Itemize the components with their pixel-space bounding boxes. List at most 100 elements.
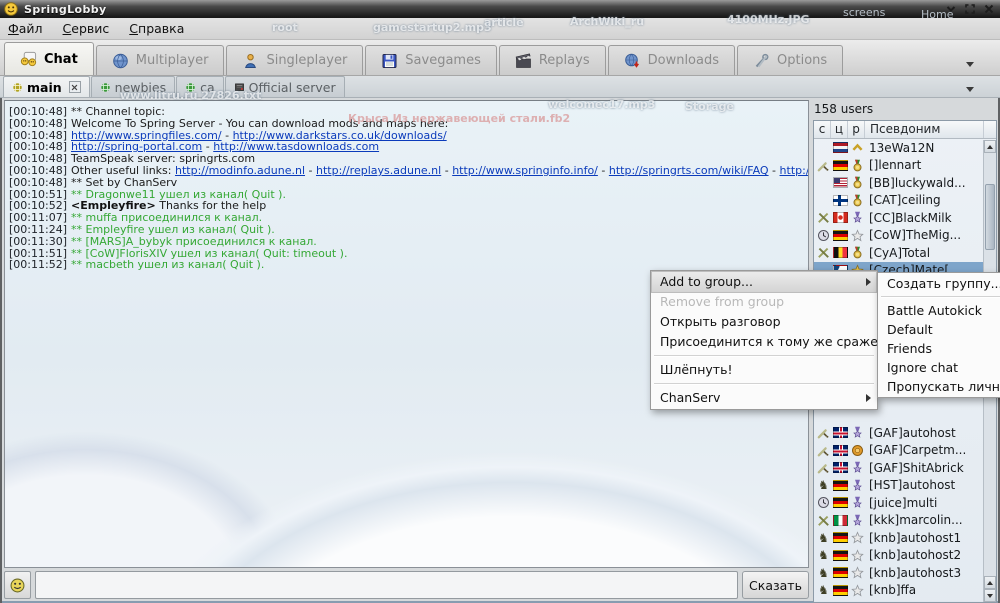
flag-de-icon [833, 567, 848, 578]
column-header-status[interactable]: с [814, 121, 831, 138]
chat-tab-overflow-arrow-icon[interactable] [966, 87, 974, 92]
flag-de-icon [833, 497, 848, 508]
submenu-arrow-icon [866, 394, 871, 402]
chat-tab-label: newbies [115, 80, 166, 95]
user-list-item[interactable]: [CyA]Total [814, 244, 996, 262]
app-smiley-icon [4, 2, 18, 16]
user-list-item[interactable]: [BB]luckywald... [814, 174, 996, 192]
knight-icon: ♞ [818, 566, 829, 580]
globe-download-icon [624, 53, 641, 69]
user-list-item[interactable]: ♞[HST]autohost [814, 477, 996, 495]
springlobby-window: SpringLobby Файл Сервис Справка ChatMultip… [0, 0, 1000, 603]
chat-tab-label: main [27, 80, 62, 95]
user-list-header[interactable]: с ц р Псевдоним [814, 121, 996, 139]
user-list-item[interactable]: [juice]multi [814, 494, 996, 512]
user-nickname: []lennart [866, 158, 921, 172]
tab-options[interactable]: Options [737, 45, 843, 75]
menu-item[interactable]: Открыть разговор [652, 312, 876, 332]
menu-item[interactable]: Ignore chat [879, 358, 1000, 377]
menu-item[interactable]: Пропускать личное [879, 377, 1000, 396]
tab-multiplayer[interactable]: Multiplayer [96, 45, 225, 75]
tab-downloads[interactable]: Downloads [608, 45, 735, 75]
chat-link[interactable]: http://replays.adune.nl [316, 164, 441, 177]
chat-tab-official-server[interactable]: Official server [225, 76, 345, 97]
menubar-item-0[interactable]: Файл [8, 21, 43, 36]
user-list-item[interactable]: 13eWa12N [814, 139, 996, 157]
tools-icon [753, 53, 770, 69]
flag-de-icon [833, 230, 848, 241]
user-list-item[interactable]: [GAF]autohost [814, 424, 996, 442]
user-list-item[interactable]: [GAF]ShitAbrick [814, 459, 996, 477]
submenu-arrow-icon [866, 278, 871, 286]
user-list-item[interactable]: ♞[knb]autohost1 [814, 529, 996, 547]
menu-item[interactable]: ChanServ [652, 388, 876, 408]
menu-item[interactable]: Friends [879, 339, 1000, 358]
user-nickname: 13eWa12N [866, 141, 934, 155]
column-header-rank[interactable]: р [848, 121, 865, 138]
window-title: SpringLobby [24, 3, 107, 16]
emoticon-button[interactable] [4, 571, 31, 599]
tab-chat[interactable]: Chat [4, 42, 94, 75]
tab-label: Replays [539, 53, 590, 68]
user-list-item[interactable]: [GAF]Carpetm... [814, 442, 996, 460]
tab-replays[interactable]: Replays [499, 45, 606, 75]
column-header-nickname[interactable]: Псевдоним [865, 121, 984, 138]
flag-de-icon [833, 480, 848, 491]
close-tab-button[interactable] [69, 81, 81, 93]
chat-link[interactable]: http://springinfo.info/guides/ [780, 164, 809, 177]
menu-item[interactable]: Battle Autokick [879, 301, 1000, 320]
globe-icon [112, 53, 129, 69]
close-button[interactable] [981, 2, 996, 16]
chat-tab-ca[interactable]: ca [176, 76, 224, 97]
menu-item[interactable]: Remove from group [652, 292, 876, 312]
chat-text: - [769, 164, 780, 177]
menu-item[interactable]: Default [879, 320, 1000, 339]
menu-item-label: Remove from group [660, 294, 784, 309]
user-list-item[interactable]: []lennart [814, 157, 996, 175]
minimize-button[interactable] [943, 2, 958, 16]
chat-link[interactable]: http://www.springinfo.info/ [452, 164, 598, 177]
scroll-up-button-bottom[interactable] [984, 576, 996, 589]
menu-item[interactable]: Создать группу... [879, 274, 1000, 293]
tab-singleplayer[interactable]: Singleplayer [226, 45, 363, 75]
scroll-down-button[interactable] [984, 589, 996, 602]
chat-tab-newbies[interactable]: newbies [91, 76, 175, 97]
swords-icon [817, 246, 830, 259]
scroll-thumb[interactable] [985, 184, 995, 250]
menu-bar: Файл Сервис Справка [0, 18, 1000, 40]
chat-link[interactable]: http://modinfo.adune.nl [175, 164, 305, 177]
menubar-item-1[interactable]: Сервис [63, 21, 110, 36]
menu-separator [881, 296, 1000, 298]
user-list-item[interactable]: ♞[knb]ffa [814, 582, 996, 600]
chat-tab-main[interactable]: main [3, 76, 90, 97]
title-bar[interactable]: SpringLobby [0, 0, 1000, 18]
user-list-item[interactable]: ♞[knb]autohost2 [814, 547, 996, 565]
maximize-button[interactable] [962, 2, 977, 16]
sword-icon [817, 159, 830, 172]
menu-item[interactable]: Присоединится к тому же сражению [652, 332, 876, 352]
menu-item[interactable]: Шлёпнуть! [652, 360, 876, 380]
menu-item[interactable]: Add to group... [652, 272, 876, 292]
chat-message-input[interactable] [35, 571, 738, 599]
timestamp: [00:10:48] [9, 117, 67, 130]
flag-de-icon [833, 585, 848, 596]
menu-item-label: Создать группу... [887, 276, 1000, 291]
flag-de-icon [833, 532, 848, 543]
menubar-item-2[interactable]: Справка [129, 21, 184, 36]
user-list-item[interactable]: [CAT]ceiling [814, 192, 996, 210]
user-list-item[interactable]: [CoW]TheMig... [814, 227, 996, 245]
flag-nl-icon [833, 142, 848, 153]
user-list-item[interactable]: ♞[knb]autohost3 [814, 564, 996, 582]
user-nickname: [CoW]TheMig... [866, 228, 961, 242]
main-tab-bar: ChatMultiplayerSingleplayerSavegames Repl… [0, 40, 1000, 76]
user-list-item[interactable]: [kkk]marcolin... [814, 512, 996, 530]
column-header-country[interactable]: ц [831, 121, 848, 138]
chat-link[interactable]: http://springrts.com/wiki/FAQ [609, 164, 769, 177]
scroll-up-button[interactable] [984, 140, 996, 153]
user-list-item[interactable]: [knb]Sereiva [814, 599, 996, 602]
user-list-item[interactable]: [CC]BlackMilk [814, 209, 996, 227]
send-button[interactable]: Сказать [742, 571, 809, 599]
medal-gold-icon [851, 159, 864, 172]
tab-overflow-arrow-icon[interactable] [966, 62, 974, 67]
tab-savegames[interactable]: Savegames [365, 45, 497, 75]
